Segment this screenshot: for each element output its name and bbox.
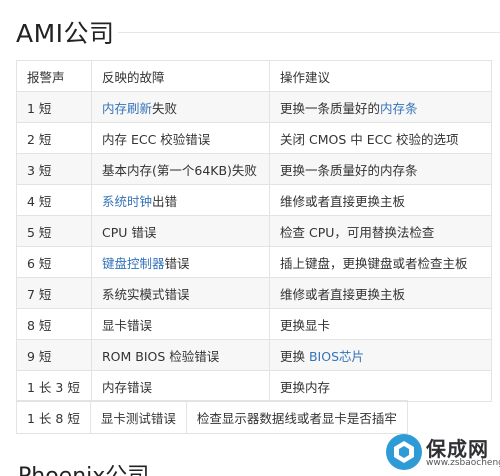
beep-cell: 5 短	[16, 215, 92, 247]
fault-text: 错误	[164, 255, 190, 271]
table-row: 6 短键盘控制器错误 插上键盘，更换键盘或者检查主板	[16, 246, 492, 278]
fault-link[interactable]: 内存刷新	[102, 101, 152, 116]
advice-cell: 检查 CPU，可用替换法检查	[269, 215, 492, 247]
fault-cell: 内存 ECC 校验错误	[91, 122, 270, 154]
advice-cell: 更换一条质量好的内存条	[269, 153, 492, 185]
fault-cell: 系统时钟出错	[91, 184, 270, 216]
table-row: 9 短 ROM BIOS 检验错误 更换 BIOS芯片	[16, 339, 492, 371]
fault-text: 显卡错误	[102, 317, 153, 333]
advice-cell: 关闭 CMOS 中 ECC 校验的选项	[269, 122, 492, 154]
header-fault: 反映的故障	[91, 60, 270, 92]
beep-cell: 1 长 3 短	[16, 370, 92, 402]
table-row: 5 短 CPU 错误 检查 CPU，可用替换法检查	[16, 215, 492, 247]
advice-cell: 更换显卡	[269, 308, 492, 340]
fault-cell: 内存刷新失败	[91, 91, 270, 123]
beep-cell: 6 短	[16, 246, 92, 278]
header-advice: 操作建议	[269, 60, 492, 92]
table-row: 3 短基本内存(第一个64KB)失败 更换一条质量好的内存条	[16, 153, 492, 185]
fault-text: 基本内存(第一个64KB)失败	[102, 162, 257, 178]
fault-cell: 键盘控制器错误	[91, 246, 270, 278]
beep-cell: 9 短	[16, 339, 92, 371]
table-row: 1 短内存刷新失败 更换一条质量好的内存条	[16, 91, 492, 123]
advice-link[interactable]: BIOS芯片	[309, 349, 364, 364]
advice-text: 更换显卡	[280, 317, 331, 333]
beep-cell: 7 短	[16, 277, 92, 309]
advice-text: 关闭 CMOS 中 ECC 校验的选项	[280, 131, 459, 147]
fault-cell: 系统实模式错误	[91, 277, 270, 309]
fault-cell: CPU 错误	[91, 215, 270, 247]
advice-link[interactable]: 内存条	[380, 101, 418, 116]
table-row: 1 长 3 短内存错误 更换内存	[16, 370, 492, 402]
advice-text: 维修或者直接更换主板	[280, 193, 406, 209]
table-header-row: 报警声 反映的故障 操作建议	[16, 60, 492, 92]
beep-cell: 4 短	[16, 184, 92, 216]
fault-cell: 显卡错误	[91, 308, 270, 340]
fault-cell: 基本内存(第一个64KB)失败	[91, 153, 270, 185]
table-row: 4 短系统时钟出错 维修或者直接更换主板	[16, 184, 492, 216]
advice-cell: 更换一条质量好的内存条	[269, 91, 492, 123]
fault-text: ROM BIOS 检验错误	[102, 348, 220, 364]
table-row: 7 短系统实模式错误 维修或者直接更换主板	[16, 277, 492, 309]
fault-cell: ROM BIOS 检验错误	[91, 339, 270, 371]
fault-text: 内存错误	[102, 379, 153, 395]
title-divider	[118, 32, 500, 33]
watermark-url: www.zsbaocheng.net	[426, 458, 500, 468]
beep-code-table: 报警声 反映的故障 操作建议 1 短内存刷新失败 更换一条质量好的内存条 2 短内存…	[16, 60, 492, 402]
advice-cell: 更换 BIOS芯片	[269, 339, 492, 371]
advice-cell: 插上键盘，更换键盘或者检查主板	[269, 246, 492, 278]
fault-text: 失败	[152, 100, 178, 116]
header-beep: 报警声	[16, 60, 92, 92]
fault-text: 系统实模式错误	[102, 286, 190, 302]
table-row: 8 短显卡错误 更换显卡	[16, 308, 492, 340]
advice-text: 更换一条质量好的	[280, 100, 381, 116]
fault-cell: 内存错误	[91, 370, 270, 402]
advice-text: 维修或者直接更换主板	[280, 286, 406, 302]
beep-code-extra-table: 1 长 8 短 显卡测试错误 检查显示器数据线或者显卡是否插牢	[16, 400, 408, 434]
table-row: 2 短内存 ECC 校验错误 关闭 CMOS 中 ECC 校验的选项	[16, 122, 492, 154]
beep-cell: 1 短	[16, 91, 92, 123]
beep-cell: 2 短	[16, 122, 92, 154]
fault-text: CPU 错误	[102, 224, 157, 240]
table-row: 1 长 8 短 显卡测试错误 检查显示器数据线或者显卡是否插牢	[16, 400, 408, 434]
advice-text: 更换一条质量好的内存条	[280, 162, 418, 178]
beep-cell: 8 短	[16, 308, 92, 340]
beep-cell: 3 短	[16, 153, 92, 185]
advice-text: 更换内存	[280, 379, 331, 395]
fault-link[interactable]: 键盘控制器	[102, 256, 165, 271]
fault-text: 出错	[152, 193, 178, 209]
fault-link[interactable]: 系统时钟	[102, 194, 152, 209]
advice-text: 更换	[280, 348, 309, 364]
advice-cell: 更换内存	[269, 370, 492, 402]
advice-text: 插上键盘，更换键盘或者检查主板	[280, 255, 468, 271]
page-title: AMI公司	[16, 19, 115, 48]
advice-text: 检查 CPU，可用替换法检查	[280, 224, 435, 240]
fault-text: 内存 ECC 校验错误	[102, 131, 211, 147]
fault-cell: 显卡测试错误	[89, 400, 187, 434]
advice-cell: 检查显示器数据线或者显卡是否插牢	[185, 400, 408, 434]
advice-cell: 维修或者直接更换主板	[269, 277, 492, 309]
advice-cell: 维修或者直接更换主板	[269, 184, 492, 216]
beep-cell: 1 长 8 短	[16, 400, 91, 434]
next-section-heading: Phoenix公司	[18, 458, 149, 476]
watermark[interactable]: 保成网 www.zsbaocheng.net	[384, 432, 500, 472]
watermark-logo-icon	[386, 434, 422, 470]
